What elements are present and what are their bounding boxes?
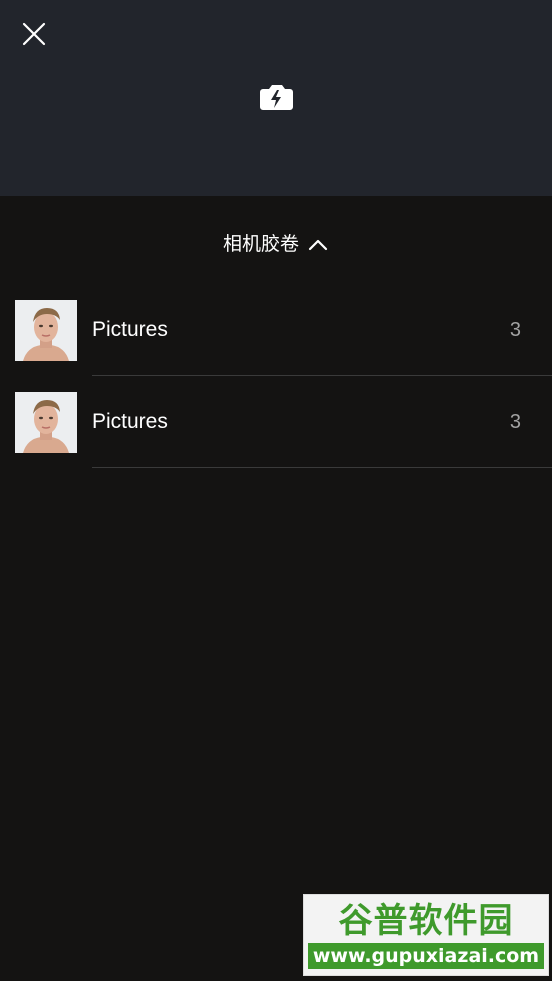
camera-button[interactable] [256,80,296,114]
album-selector[interactable]: 相机胶卷 [0,222,552,262]
divider [92,467,552,468]
album-name: Pictures [92,318,168,341]
album-selector-label: 相机胶卷 [222,233,299,255]
chevron-up-icon [307,235,329,251]
album-list: Pictures 3 Pictures 3 [0,284,552,468]
album-count: 3 [509,411,521,433]
album-item[interactable]: Pictures 3 [0,376,552,468]
album-thumbnail [15,392,77,453]
album-count: 3 [509,319,521,341]
camera-header [0,0,552,196]
watermark-title: 谷普软件园 [338,901,514,941]
camera-flash-icon [260,85,293,110]
close-icon [22,22,46,46]
album-thumbnail [15,300,77,361]
album-item[interactable]: Pictures 3 [0,284,552,376]
album-picker-screen: 相机胶卷 Pictures 3 Pictures 3 谷普软件园 www.gup… [0,0,552,981]
close-button[interactable] [14,14,54,54]
album-name: Pictures [92,410,168,433]
watermark-logo: 谷普软件园 www.gupuxiazai.com [303,894,549,976]
watermark-url: www.gupuxiazai.com [308,943,544,969]
